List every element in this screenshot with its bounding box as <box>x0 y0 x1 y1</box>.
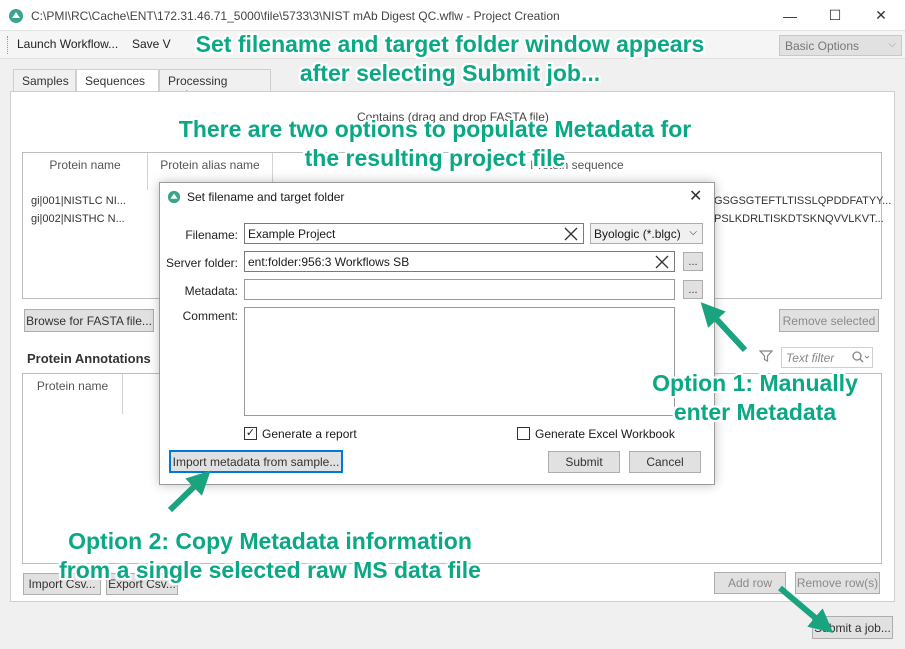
arrow-to-submit-job <box>778 585 834 633</box>
callout-option2-line2: from a single selected raw MS data file <box>59 557 481 583</box>
arrow-to-metadata-browse <box>700 302 748 353</box>
callout-top: Set filename and target folder window ap… <box>120 30 780 88</box>
callout-option1-line2: enter Metadata <box>673 399 837 425</box>
callout-option1: Option 1: Manually enter Metadata <box>630 369 880 427</box>
arrow-to-import-metadata <box>167 470 211 513</box>
callout-option1-line1: Option 1: Manually <box>652 370 858 396</box>
callout-mid: There are two options to populate Metada… <box>100 115 770 173</box>
callout-option2-line1: Option 2: Copy Metadata information <box>68 528 472 554</box>
callout-mid-line1: There are two options to populate Metada… <box>178 116 692 142</box>
callout-top-line1: Set filename and target folder window ap… <box>195 31 705 57</box>
callout-option2: Option 2: Copy Metadata information from… <box>30 527 510 585</box>
callout-mid-line2: the resulting project file <box>304 145 566 171</box>
callout-top-line2: after selecting Submit job... <box>299 60 601 86</box>
